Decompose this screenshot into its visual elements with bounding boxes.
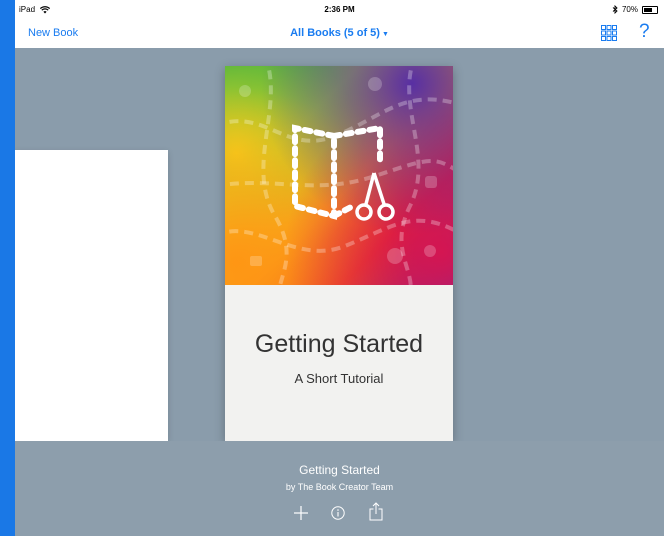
all-books-label: All Books (5 of 5)	[290, 27, 380, 39]
help-icon[interactable]: ?	[639, 21, 650, 43]
previous-book-cover[interactable]	[15, 150, 168, 441]
status-bar: iPad 2:36 PM 70%	[15, 0, 664, 18]
book-creator-logo-icon	[225, 66, 453, 285]
plus-icon[interactable]	[293, 505, 309, 521]
book-cover-art	[225, 66, 453, 285]
book-cover-lower: Getting Started A Short Tutorial	[225, 285, 453, 441]
book-cover[interactable]: Getting Started A Short Tutorial	[225, 66, 453, 441]
details-title: Getting Started	[299, 463, 380, 477]
details-author: by The Book Creator Team	[285, 482, 394, 492]
battery-percent: 70%	[621, 5, 638, 14]
info-icon[interactable]	[331, 506, 345, 520]
battery-icon	[642, 5, 658, 14]
book-subtitle: A Short Tutorial	[294, 371, 384, 386]
battery-fill	[644, 7, 653, 12]
nav-bar: New Book All Books (5 of 5) ▼ ?	[15, 18, 664, 48]
book-details-bar: Getting Started by The Book Creator Team	[15, 441, 664, 536]
all-books-dropdown[interactable]: All Books (5 of 5) ▼	[15, 27, 664, 39]
caret-down-icon: ▼	[381, 31, 389, 38]
status-time: 2:36 PM	[324, 5, 355, 14]
share-icon[interactable]	[369, 502, 383, 521]
app-screen: iPad 2:36 PM 70% New Book All Books (5 o…	[15, 0, 664, 536]
book-title: Getting Started	[254, 330, 424, 358]
grid-view-icon[interactable]	[601, 25, 617, 41]
bluetooth-icon	[612, 5, 618, 14]
